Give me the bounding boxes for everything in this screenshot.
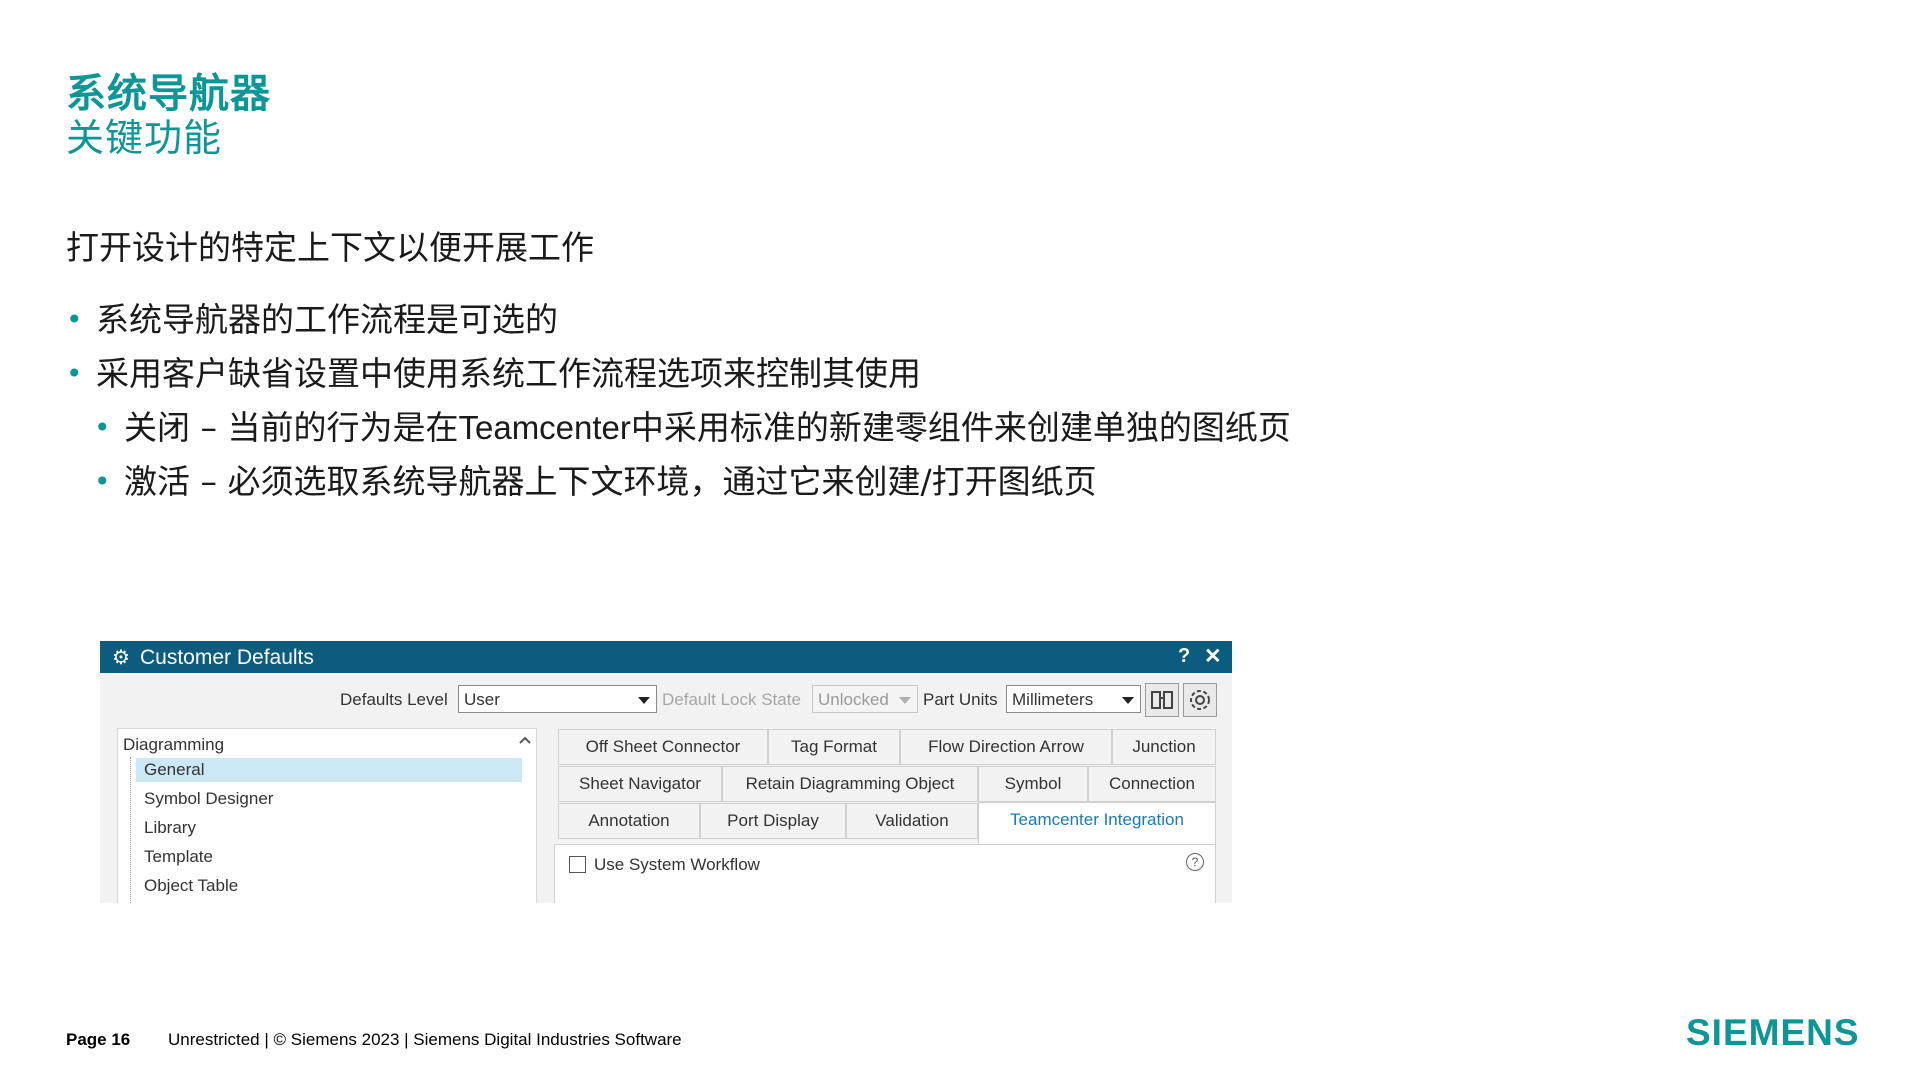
tab-teamcenter-integration[interactable]: Teamcenter Integration — [978, 802, 1216, 845]
tree-item-symbol-designer[interactable]: Symbol Designer — [144, 789, 273, 809]
bullet-text: 采用客户缺省设置中使用系统工作流程选项来控制其使用 — [96, 354, 921, 393]
sub-bullet-text: 中采用标准的新建零组件来创建单独的图纸页 — [630, 408, 1291, 447]
chevron-down-icon — [1122, 697, 1134, 704]
tab-junction[interactable]: Junction — [1112, 729, 1216, 765]
bullet-icon: • — [66, 303, 83, 336]
brand-text: Teamcenter — [458, 409, 631, 446]
slide-subtitle: 关键功能 — [66, 116, 223, 160]
bullet-icon: • — [94, 465, 111, 498]
tab-annotation[interactable]: Annotation — [558, 803, 700, 839]
help-icon[interactable]: ? — [1186, 853, 1204, 871]
tree-item-template[interactable]: Template — [144, 847, 213, 867]
bullet-item: • 系统导航器的工作流程是可选的 — [66, 298, 558, 342]
sub-bullet-item: • 关闭 – 当前的行为是在Teamcenter中采用标准的新建零组件来创建单独… — [94, 406, 1291, 450]
tab-validation[interactable]: Validation — [846, 803, 978, 839]
customer-defaults-dialog: ⚙ Customer Defaults ? ✕ Defaults Level U… — [100, 641, 1232, 903]
lock-state-select[interactable]: Unlocked — [812, 685, 918, 713]
binoculars-icon — [1151, 691, 1173, 709]
help-icon[interactable]: ? — [1178, 645, 1190, 668]
gear-icon: ⚙ — [112, 647, 130, 669]
tree-guide-line — [130, 757, 132, 903]
sub-bullet-text: 关闭 – 当前的行为是在 — [124, 408, 459, 447]
chevron-down-icon — [638, 697, 650, 704]
settings-button[interactable] — [1183, 683, 1217, 717]
use-system-workflow-label: Use System Workflow — [594, 855, 760, 874]
intro-text: 打开设计的特定上下文以便开展工作 — [66, 228, 594, 267]
part-units-label: Part Units — [923, 690, 998, 709]
bullet-item: • 采用客户缺省设置中使用系统工作流程选项来控制其使用 — [66, 352, 921, 396]
tree-item-diagramming[interactable]: Diagramming — [123, 735, 224, 755]
chevron-up-icon — [519, 736, 531, 744]
tab-symbol[interactable]: Symbol — [978, 766, 1088, 802]
dialog-titlebar[interactable]: ⚙ Customer Defaults ? ✕ — [100, 641, 1232, 673]
siemens-logo: SIEMENS — [1686, 1012, 1860, 1053]
lock-state-label: Default Lock State — [662, 690, 801, 709]
tab-flow-direction-arrow[interactable]: Flow Direction Arrow — [900, 729, 1112, 765]
bullet-text: 系统导航器的工作流程是可选的 — [96, 300, 558, 339]
tree-item-object-table[interactable]: Object Table — [144, 876, 238, 896]
tab-retain-diagramming-object[interactable]: Retain Diagramming Object — [722, 766, 978, 802]
tree-item-library[interactable]: Library — [144, 818, 196, 838]
slide-title: 系统导航器 — [66, 71, 271, 117]
gear-icon — [1190, 690, 1210, 710]
sub-bullet-text: 激活 – 必须选取系统导航器上下文环境，通过它来创建/打开图纸页 — [124, 462, 1097, 501]
defaults-level-value: User — [464, 690, 500, 709]
defaults-level-label: Defaults Level — [340, 690, 448, 709]
sub-bullet-item: • 激活 – 必须选取系统导航器上下文环境，通过它来创建/打开图纸页 — [94, 460, 1097, 504]
use-system-workflow-checkbox[interactable] — [569, 856, 586, 873]
tree-item-general[interactable]: General — [144, 760, 204, 780]
tab-sheet-navigator[interactable]: Sheet Navigator — [558, 766, 722, 802]
page-number: Page 16 — [66, 1030, 131, 1049]
lock-state-value: Unlocked — [818, 690, 889, 709]
tab-connection[interactable]: Connection — [1088, 766, 1216, 802]
scroll-up-button[interactable] — [516, 730, 534, 750]
dialog-title: Customer Defaults — [140, 646, 314, 669]
part-units-value: Millimeters — [1012, 690, 1094, 709]
defaults-level-select[interactable]: User — [458, 685, 657, 713]
tab-off-sheet-connector[interactable]: Off Sheet Connector — [558, 729, 768, 765]
part-units-select[interactable]: Millimeters — [1006, 685, 1141, 713]
tab-port-display[interactable]: Port Display — [700, 803, 846, 839]
footer-text: Unrestricted | © Siemens 2023 | Siemens … — [168, 1030, 682, 1049]
tab-tag-format[interactable]: Tag Format — [768, 729, 900, 765]
chevron-down-icon — [899, 697, 911, 704]
find-button[interactable] — [1145, 683, 1179, 717]
bullet-icon: • — [94, 411, 111, 444]
bullet-icon: • — [66, 357, 83, 390]
close-icon[interactable]: ✕ — [1204, 644, 1222, 669]
category-tree[interactable]: Diagramming General Symbol Designer Libr… — [117, 728, 537, 903]
